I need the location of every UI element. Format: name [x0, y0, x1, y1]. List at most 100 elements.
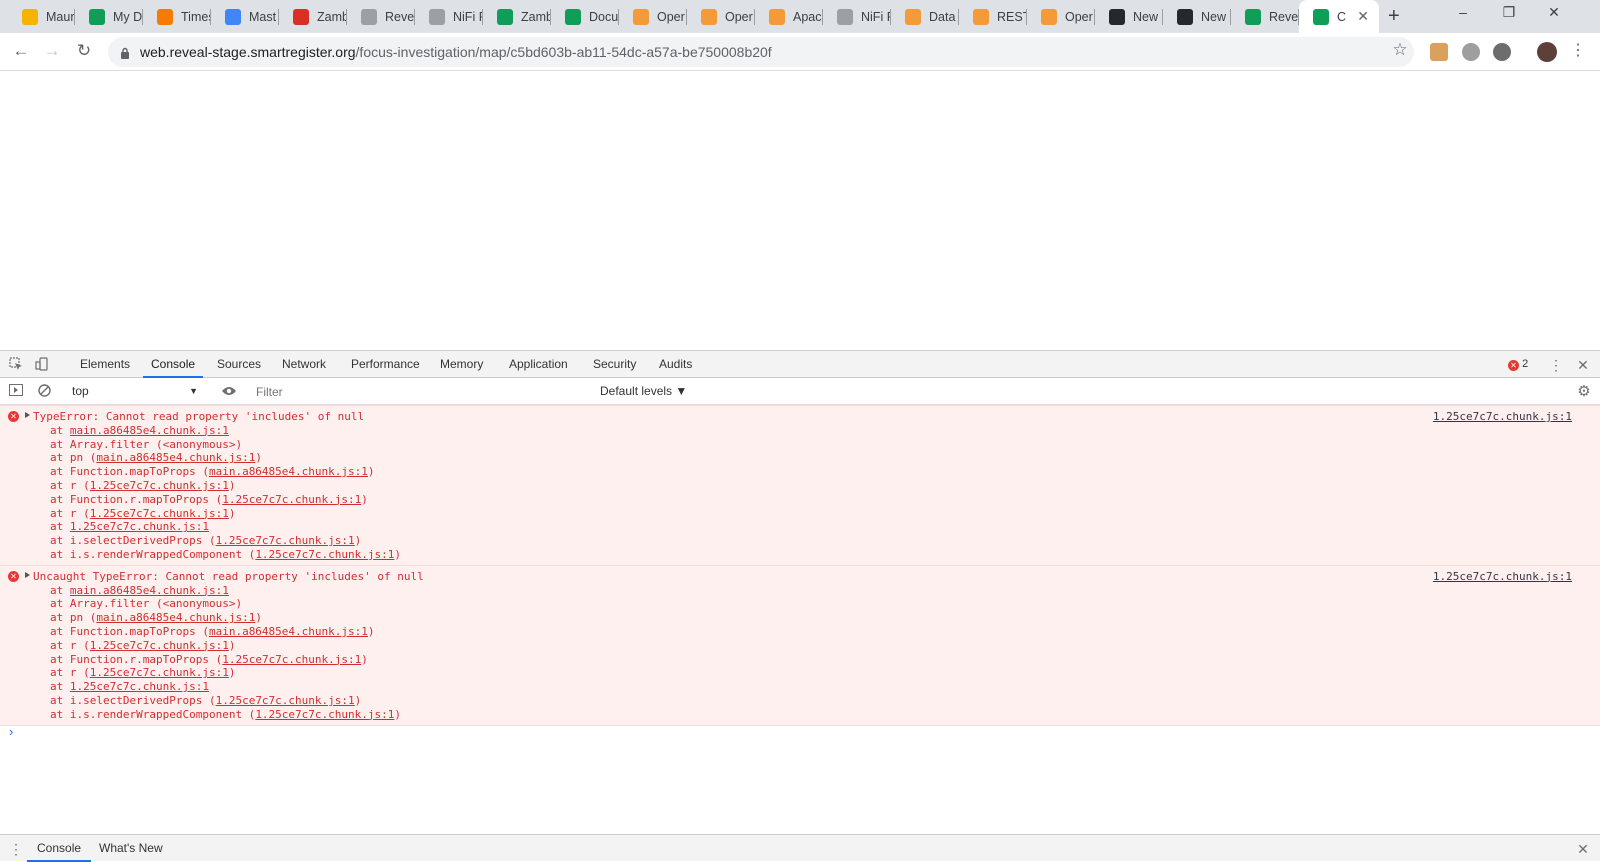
browser-tab[interactable]: Zamb [483, 0, 551, 33]
browser-tab[interactable]: Apac [755, 0, 823, 33]
more-options-icon[interactable]: ⋮ [1548, 357, 1564, 373]
stack-frame-link[interactable]: 1.25ce7c7c.chunk.js:1 [90, 479, 229, 492]
stack-frame-link[interactable]: main.a86485e4.chunk.js:1 [96, 611, 255, 624]
close-tab-icon[interactable]: ✕ [1357, 8, 1369, 25]
browser-tab[interactable]: Reve [1231, 0, 1299, 33]
browser-tab[interactable]: Times [143, 0, 211, 33]
browser-tab[interactable]: C ✕ [1299, 0, 1379, 33]
openmrs-icon [1041, 8, 1057, 25]
browser-tab[interactable]: Revea [347, 0, 415, 33]
devtools-tab-application[interactable]: Application [501, 351, 576, 378]
log-levels-dropdown[interactable]: Default levels ▼ [600, 384, 687, 398]
devtools-tab-sources[interactable]: Sources [209, 351, 269, 378]
console-prompt-icon[interactable]: › [9, 724, 13, 739]
expand-triangle-icon[interactable] [25, 571, 30, 578]
stack-frame-link[interactable]: 1.25ce7c7c.chunk.js:1 [216, 534, 355, 547]
stack-frame-link[interactable]: main.a86485e4.chunk.js:1 [96, 451, 255, 464]
devtools-tab-network[interactable]: Network [274, 351, 334, 378]
google-docs-icon [225, 8, 241, 25]
stack-frame-link[interactable]: main.a86485e4.chunk.js:1 [70, 424, 229, 437]
console-error-message[interactable]: ✕ 1.25ce7c7c.chunk.js:1 TypeError: Cannot … [0, 405, 1600, 566]
extension-icon[interactable] [1462, 43, 1480, 61]
browser-tab[interactable]: New [1095, 0, 1163, 33]
bookmark-star-icon[interactable]: ☆ [1389, 40, 1411, 60]
minimize-icon[interactable]: – [1440, 4, 1486, 20]
stack-frame-link[interactable]: 1.25ce7c7c.chunk.js:1 [70, 520, 209, 533]
eye-icon[interactable] [220, 384, 238, 400]
browser-tab[interactable]: Docu [551, 0, 619, 33]
filter-input[interactable] [250, 382, 590, 401]
stack-frame-link[interactable]: 1.25ce7c7c.chunk.js:1 [216, 694, 355, 707]
address-bar[interactable]: web.reveal-stage.smartregister.org/focus… [108, 37, 1414, 67]
expand-triangle-icon[interactable] [25, 412, 30, 418]
back-icon[interactable]: ← [10, 41, 32, 61]
sidebar-toggle-icon[interactable] [8, 384, 24, 400]
stack-frame-function: pn ( [69, 451, 97, 465]
source-link[interactable]: 1.25ce7c7c.chunk.js:1 [1433, 570, 1572, 584]
browser-tab[interactable]: Data [891, 0, 959, 33]
browser-tab[interactable]: Oper [687, 0, 755, 33]
browser-tab[interactable]: Maur [8, 0, 75, 33]
browser-tab[interactable]: Oper [1027, 0, 1095, 33]
avatar[interactable] [1537, 42, 1557, 62]
browser-tab[interactable]: New [1163, 0, 1231, 33]
close-devtools-icon[interactable]: ✕ [1575, 357, 1591, 373]
stack-frame-link[interactable]: main.a86485e4.chunk.js:1 [209, 625, 368, 638]
stack-frame-function: i.selectDerivedProps ( [69, 693, 216, 707]
devtools-tab-memory[interactable]: Memory [432, 351, 491, 378]
stack-frame: at Function.mapToProps (main.a86485e4.ch… [33, 625, 1600, 639]
drawer-menu-icon[interactable]: ⋮ [8, 841, 24, 857]
hubstaff-h-icon [157, 8, 173, 25]
devtools-tab-performance[interactable]: Performance [343, 351, 428, 378]
browser-tab[interactable]: NiFi F [823, 0, 891, 33]
stack-frame-link[interactable]: 1.25ce7c7c.chunk.js:1 [90, 507, 229, 520]
source-link[interactable]: 1.25ce7c7c.chunk.js:1 [1433, 410, 1572, 424]
browser-tab-label: Maur [46, 9, 75, 24]
context-selector[interactable]: top ▼ [66, 382, 206, 401]
new-tab-icon[interactable]: + [1388, 5, 1400, 28]
drawer-tab-whats-new[interactable]: What's New [89, 835, 173, 862]
stack-frame-link[interactable]: 1.25ce7c7c.chunk.js:1 [222, 653, 361, 666]
device-toolbar-icon[interactable] [34, 357, 50, 373]
stack-frame-link[interactable]: 1.25ce7c7c.chunk.js:1 [90, 639, 229, 652]
url-host: web.reveal-stage.smartregister.org [140, 44, 356, 60]
clear-console-icon[interactable] [36, 384, 52, 400]
extension-icon[interactable] [1430, 43, 1448, 61]
devtools-tab-console[interactable]: Console [143, 351, 204, 378]
browser-tab[interactable]: NiFi F [415, 0, 483, 33]
browser-tab[interactable]: Oper [619, 0, 687, 33]
stack-frame-link[interactable]: 1.25ce7c7c.chunk.js:1 [70, 680, 209, 693]
stack-frame-link[interactable]: main.a86485e4.chunk.js:1 [70, 584, 229, 597]
devtools-tab-audits[interactable]: Audits [651, 351, 700, 378]
page-viewport[interactable] [0, 71, 1600, 350]
stack-frame-link[interactable]: 1.25ce7c7c.chunk.js:1 [222, 493, 361, 506]
console-error-message[interactable]: ✕ 1.25ce7c7c.chunk.js:1 Uncaught TypeError… [0, 564, 1600, 726]
browser-tab-label: Zamb [317, 9, 347, 24]
stack-frame-prefix: at [50, 597, 70, 611]
stack-frame-link[interactable]: 1.25ce7c7c.chunk.js:1 [255, 548, 394, 561]
error-counter[interactable]: ✕ 2 [1508, 358, 1528, 371]
extension-icon[interactable] [1493, 43, 1511, 61]
browser-tab[interactable]: Zamb [279, 0, 347, 33]
browser-tab[interactable]: REST [959, 0, 1027, 33]
stack-frame-link[interactable]: 1.25ce7c7c.chunk.js:1 [90, 666, 229, 679]
stack-frame: at i.s.renderWrappedComponent (1.25ce7c7… [33, 708, 1600, 722]
settings-gear-icon[interactable]: ⚙ [1576, 384, 1592, 400]
restore-icon[interactable]: ❐ [1486, 4, 1532, 21]
stack-frame-link[interactable]: main.a86485e4.chunk.js:1 [209, 465, 368, 478]
drawer-tab-console[interactable]: Console [27, 835, 92, 862]
browser-tab-label: Oper [725, 9, 753, 24]
devtools-drawer: ⋮ Console What's New ✕ [0, 834, 1600, 862]
stack-frame-link[interactable]: 1.25ce7c7c.chunk.js:1 [255, 708, 394, 721]
browser-tab[interactable]: My D [75, 0, 143, 33]
devtools-tab-elements[interactable]: Elements [72, 351, 138, 378]
menu-kebab-icon[interactable]: ⋮ [1567, 40, 1589, 60]
close-drawer-icon[interactable]: ✕ [1575, 841, 1591, 857]
inspect-element-icon[interactable] [8, 357, 24, 373]
reload-icon[interactable]: ↻ [73, 41, 95, 61]
google-drive-icon [22, 8, 38, 25]
close-window-icon[interactable]: ✕ [1531, 4, 1577, 21]
forward-icon[interactable]: → [41, 41, 63, 61]
browser-tab[interactable]: Mast [211, 0, 279, 33]
devtools-tab-security[interactable]: Security [585, 351, 644, 378]
